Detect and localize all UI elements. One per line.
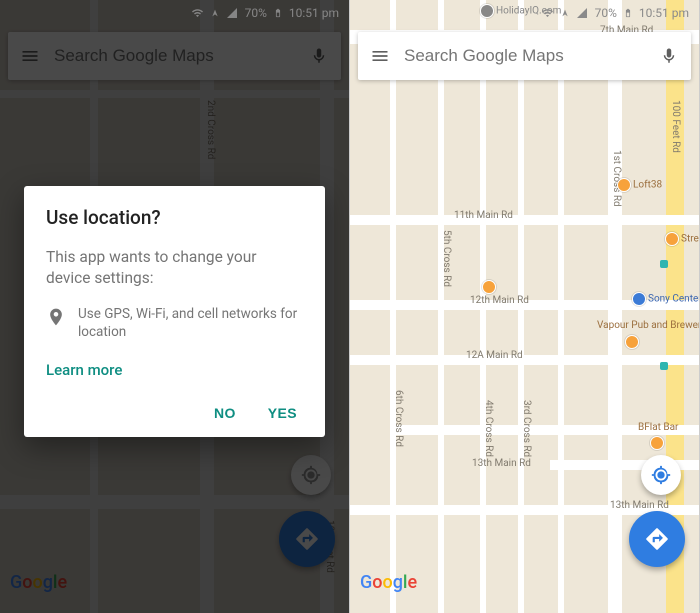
dialog-title: Use location? <box>46 206 303 229</box>
restaurant-icon[interactable] <box>625 335 639 349</box>
road-label: 13th Main Rd <box>610 500 669 511</box>
restaurant-icon[interactable] <box>482 280 496 294</box>
phone-left: 2nd Cross Rd 100 Feet Rd 70% 10:51 pm Go… <box>0 0 350 613</box>
restaurant-icon[interactable] <box>650 436 664 450</box>
mic-icon[interactable] <box>657 47 681 65</box>
poi-loft38[interactable]: Loft38 <box>617 178 662 192</box>
road-label: 13th Main Rd <box>472 458 531 469</box>
learn-more-link[interactable]: Learn more <box>46 361 303 379</box>
battery-icon <box>623 6 633 20</box>
yes-button[interactable]: YES <box>268 405 297 421</box>
phone-right: 7th Main Rd 11th Main Rd 12th Main Rd 12… <box>350 0 700 613</box>
clock-text: 10:51 pm <box>639 6 689 20</box>
road-label: 12th Main Rd <box>470 295 529 306</box>
search-input[interactable] <box>404 46 645 66</box>
road-label: 6th Cross Rd <box>393 390 404 447</box>
transit-stop-icon[interactable] <box>660 260 668 268</box>
road-label: 3rd Cross Rd <box>521 400 532 457</box>
signal-icon <box>575 7 589 19</box>
dialog-item-text: Use GPS, Wi-Fi, and cell networks for lo… <box>78 305 303 341</box>
transit-stop-icon[interactable] <box>660 362 668 370</box>
road-label: 100 Feet Rd <box>670 100 681 153</box>
my-location-fab[interactable] <box>641 455 681 495</box>
status-bar: 70% 10:51 pm <box>350 0 699 26</box>
location-status-icon <box>561 7 569 19</box>
directions-fab[interactable] <box>629 511 685 567</box>
search-bar[interactable] <box>358 32 691 80</box>
road-label: 4th Cross Rd <box>483 400 494 457</box>
dialog-body: This app wants to change your device set… <box>46 247 303 289</box>
road-label: 11th Main Rd <box>454 210 513 221</box>
hamburger-icon[interactable] <box>368 46 392 66</box>
poi-sony[interactable]: Sony Center <box>632 292 700 306</box>
google-logo: Google <box>360 572 417 593</box>
wifi-icon <box>540 7 555 19</box>
poi-streisan[interactable]: Streisan <box>665 232 700 246</box>
poi-vapour[interactable]: Vapour Pub and Brewery <box>597 320 700 331</box>
location-pin-icon <box>46 307 66 327</box>
no-button[interactable]: NO <box>214 405 236 421</box>
battery-percent: 70% <box>595 6 617 20</box>
location-permission-dialog: Use location? This app wants to change y… <box>24 186 325 437</box>
poi-bflat[interactable]: BFlat Bar <box>638 422 678 433</box>
road-label: 5th Cross Rd <box>441 230 452 287</box>
road-label: 12A Main Rd <box>466 350 523 361</box>
